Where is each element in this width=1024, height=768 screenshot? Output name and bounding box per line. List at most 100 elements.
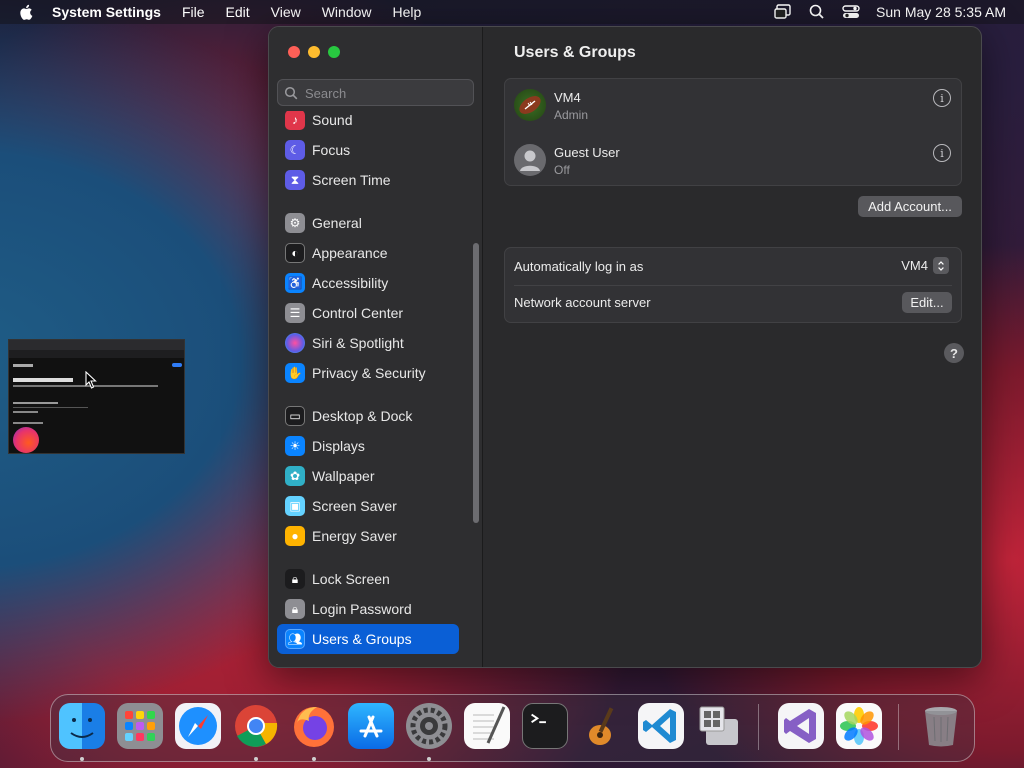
textedit-icon[interactable] [464, 703, 510, 749]
menu-help[interactable]: Help [393, 4, 422, 20]
boot-camp-icon[interactable] [696, 703, 742, 749]
sidebar-item-label: Screen Time [312, 172, 391, 188]
add-account-button[interactable]: Add Account... [858, 196, 962, 217]
terminal-icon[interactable] [522, 703, 568, 749]
sidebar-item-energy-saver[interactable]: ● Energy Saver [277, 521, 459, 551]
user-row-vm4[interactable]: VM4 Admin i [505, 79, 961, 131]
sidebar-item-lock-screen[interactable]: 🔒︎ Lock Screen [277, 564, 459, 594]
content-pane: Users & Groups VM4 Admin i Guest User Of… [484, 27, 981, 667]
sidebar-item-control-center[interactable]: ☰ Control Center [277, 298, 459, 328]
menu-view[interactable]: View [271, 4, 301, 20]
window-thumbnail-preview[interactable] [8, 339, 185, 454]
chrome-icon[interactable] [233, 703, 279, 749]
sidebar-scrollbar[interactable] [473, 243, 479, 523]
search-icon [284, 86, 298, 100]
sidebar-item-label: Siri & Spotlight [312, 335, 404, 351]
sidebar-item-label: General [312, 215, 362, 231]
sun-icon: ☀ [285, 436, 305, 456]
apple-logo-icon[interactable] [18, 3, 36, 21]
firefox-icon[interactable] [291, 703, 337, 749]
sidebar-item-accessibility[interactable]: ♿ Accessibility [277, 268, 459, 298]
search-field[interactable]: Search [277, 79, 474, 106]
auto-login-value: VM4 [901, 258, 928, 273]
users-list: VM4 Admin i Guest User Off i [504, 78, 962, 186]
appearance-icon: ◐ [285, 243, 305, 263]
menu-app-name[interactable]: System Settings [52, 4, 161, 20]
sidebar-item-screen-saver[interactable]: ▣ Screen Saver [277, 491, 459, 521]
sidebar-item-focus[interactable]: ☾ Focus [277, 135, 459, 165]
sidebar-item-label: Screen Saver [312, 498, 397, 514]
sidebar-item-screen-time[interactable]: ⧗ Screen Time [277, 165, 459, 195]
sidebar-item-label: Focus [312, 142, 351, 158]
control-center-icon[interactable] [842, 4, 860, 20]
close-window-button[interactable] [288, 46, 300, 58]
menu-window[interactable]: Window [322, 4, 372, 20]
system-settings-icon[interactable] [406, 703, 452, 749]
sidebar-item-privacy-security[interactable]: ✋ Privacy & Security [277, 358, 459, 388]
hand-icon: ✋ [285, 363, 305, 383]
finder-icon[interactable] [59, 703, 105, 749]
sidebar-list: ♪ Sound ☾ Focus ⧗ Screen Time ⚙ General ◐ App… [269, 111, 483, 661]
lock-icon: 🔒︎ [285, 569, 305, 589]
row-divider [514, 285, 952, 286]
sidebar-item-label: Accessibility [312, 275, 389, 291]
person-avatar [514, 144, 546, 176]
sidebar-item-sound[interactable]: ♪ Sound [277, 111, 459, 135]
app-store-icon[interactable] [348, 703, 394, 749]
sidebar-item-label: Control Center [312, 305, 404, 321]
menu-edit[interactable]: Edit [226, 4, 250, 20]
sidebar-item-siri-spotlight[interactable]: Siri & Spotlight [277, 328, 459, 358]
person-icon [520, 150, 540, 171]
edit-button[interactable]: Edit... [902, 292, 952, 313]
zoom-window-button[interactable] [328, 46, 340, 58]
sidebar-item-general[interactable]: ⚙ General [277, 208, 459, 238]
moon-icon: ☾ [285, 140, 305, 160]
control-center-icon: ☰ [285, 303, 305, 323]
auto-login-popup[interactable]: VM4 [901, 257, 949, 274]
search-placeholder: Search [305, 86, 347, 101]
help-button[interactable]: ? [944, 343, 964, 363]
login-settings-group: Automatically log in as VM4 Network acco… [504, 247, 962, 323]
football-icon [519, 96, 541, 114]
info-icon[interactable]: i [933, 144, 951, 162]
sidebar-item-login-password[interactable]: 🔒︎ Login Password [277, 594, 459, 624]
menu-file[interactable]: File [182, 4, 205, 20]
info-icon[interactable]: i [933, 89, 951, 107]
sidebar-item-wallpaper[interactable]: ✿ Wallpaper [277, 461, 459, 491]
screen-mirroring-icon[interactable] [774, 4, 792, 20]
minimize-window-button[interactable] [308, 46, 320, 58]
garageband-icon[interactable] [580, 703, 626, 749]
user-row-guest[interactable]: Guest User Off i [505, 134, 961, 186]
screen-saver-icon: ▣ [285, 496, 305, 516]
running-indicator [312, 757, 316, 761]
vscode-icon[interactable] [638, 703, 684, 749]
thumbnail-text-line [13, 364, 33, 367]
sidebar-item-label: Displays [312, 438, 365, 454]
dock [50, 694, 975, 762]
sidebar-item-users-groups[interactable]: 👥︎ Users & Groups [277, 624, 459, 654]
users-icon: 👥︎ [285, 629, 305, 649]
user-role: Admin [554, 108, 589, 122]
sidebar-item-label: Wallpaper [312, 468, 375, 484]
launchpad-icon[interactable] [117, 703, 163, 749]
hourglass-icon: ⧗ [285, 170, 305, 190]
page-title: Users & Groups [514, 44, 636, 61]
trash-icon[interactable] [918, 703, 964, 749]
sidebar-item-label: Desktop & Dock [312, 408, 413, 424]
sidebar-item-desktop-dock[interactable]: ▭ Desktop & Dock [277, 401, 459, 431]
spotlight-search-icon[interactable] [808, 4, 826, 20]
safari-icon[interactable] [175, 703, 221, 749]
photos-icon[interactable] [836, 703, 882, 749]
sidebar-item-appearance[interactable]: ◐ Appearance [277, 238, 459, 268]
dock-separator [758, 704, 759, 750]
login-lock-icon: 🔒︎ [285, 599, 305, 619]
mouse-cursor-icon [85, 371, 97, 389]
running-indicator [254, 757, 258, 761]
sidebar-item-label: Lock Screen [312, 571, 390, 587]
sidebar-item-displays[interactable]: ☀ Displays [277, 431, 459, 461]
sidebar-item-label: Appearance [312, 245, 388, 261]
menu-bar-clock[interactable]: Sun May 28 5:35 AM [876, 4, 1006, 20]
firefox-logo-icon [13, 427, 39, 453]
thumbnail-text-line [13, 422, 43, 424]
visual-studio-icon[interactable] [778, 703, 824, 749]
